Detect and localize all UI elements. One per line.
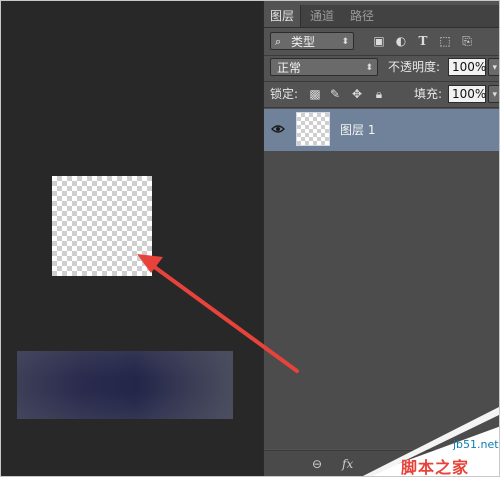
shape-filter-icon[interactable]: ⬚ — [438, 34, 452, 48]
chevron-down-icon: ▾ — [492, 90, 497, 100]
tab-paths[interactable]: 路径 — [344, 5, 380, 27]
image-filter-icon[interactable]: ▣ — [372, 34, 386, 48]
fill-label: 填充: — [414, 87, 443, 101]
photoshop-window: 图层 通道 路径 ⌕ 类型 ⬍ ▣ ◐ T ⬚ ⎘ 正常 ⬍ 不透明度: 100… — [0, 0, 500, 477]
transparent-layer-preview — [52, 176, 152, 276]
lock-position-icon[interactable]: ✥ — [350, 87, 364, 101]
lock-label: 锁定: — [270, 87, 299, 101]
filter-kind-select[interactable]: ⌕ 类型 ⬍ — [270, 32, 354, 50]
opacity-label: 不透明度: — [388, 60, 441, 74]
tab-layers[interactable]: 图层 — [264, 5, 302, 27]
fx-icon[interactable]: fx — [342, 457, 353, 471]
layers-list-empty-area[interactable] — [264, 151, 499, 449]
layer-row[interactable]: 图层 1 — [264, 109, 499, 151]
updown-caret-icon: ⬍ — [365, 63, 373, 73]
filter-kind-label: 类型 — [291, 35, 316, 49]
eye-icon[interactable] — [270, 122, 286, 138]
divider — [264, 81, 499, 82]
search-icon: ⌕ — [275, 35, 282, 48]
canvas-area[interactable] — [1, 1, 263, 476]
lock-image-pixels-icon[interactable]: ✎ — [328, 87, 342, 101]
link-icon[interactable]: ⊖ — [312, 457, 322, 471]
tab-channels[interactable]: 通道 — [304, 5, 340, 27]
opacity-dropdown[interactable]: ▾ — [488, 58, 499, 76]
watermark-site: jb51.net — [453, 438, 499, 451]
blurred-image-strip — [17, 351, 233, 419]
filter-toggle[interactable] — [486, 32, 498, 50]
layer-name[interactable]: 图层 1 — [340, 121, 375, 138]
fill-dropdown[interactable]: ▾ — [488, 85, 499, 103]
fill-input[interactable]: 100% — [448, 85, 486, 103]
opacity-input[interactable]: 100% — [448, 58, 486, 76]
layer-thumbnail[interactable] — [296, 112, 330, 146]
blend-mode-select[interactable]: 正常 ⬍ — [270, 58, 378, 76]
panel-tabs: 图层 通道 路径 — [264, 5, 499, 28]
lock-transparent-pixels-icon[interactable]: ▩ — [308, 87, 322, 101]
watermark-name: 脚本之家 — [401, 458, 470, 477]
blend-mode-label: 正常 — [277, 61, 302, 75]
divider — [264, 55, 499, 56]
adjustment-filter-icon[interactable]: ◐ — [394, 34, 408, 48]
divider — [264, 107, 499, 108]
lock-all-icon[interactable]: 🔒︎ — [372, 87, 386, 101]
updown-caret-icon: ⬍ — [341, 37, 349, 47]
chevron-down-icon: ▾ — [492, 63, 497, 73]
smart-object-filter-icon[interactable]: ⎘ — [460, 34, 474, 48]
type-filter-icon[interactable]: T — [416, 34, 430, 48]
